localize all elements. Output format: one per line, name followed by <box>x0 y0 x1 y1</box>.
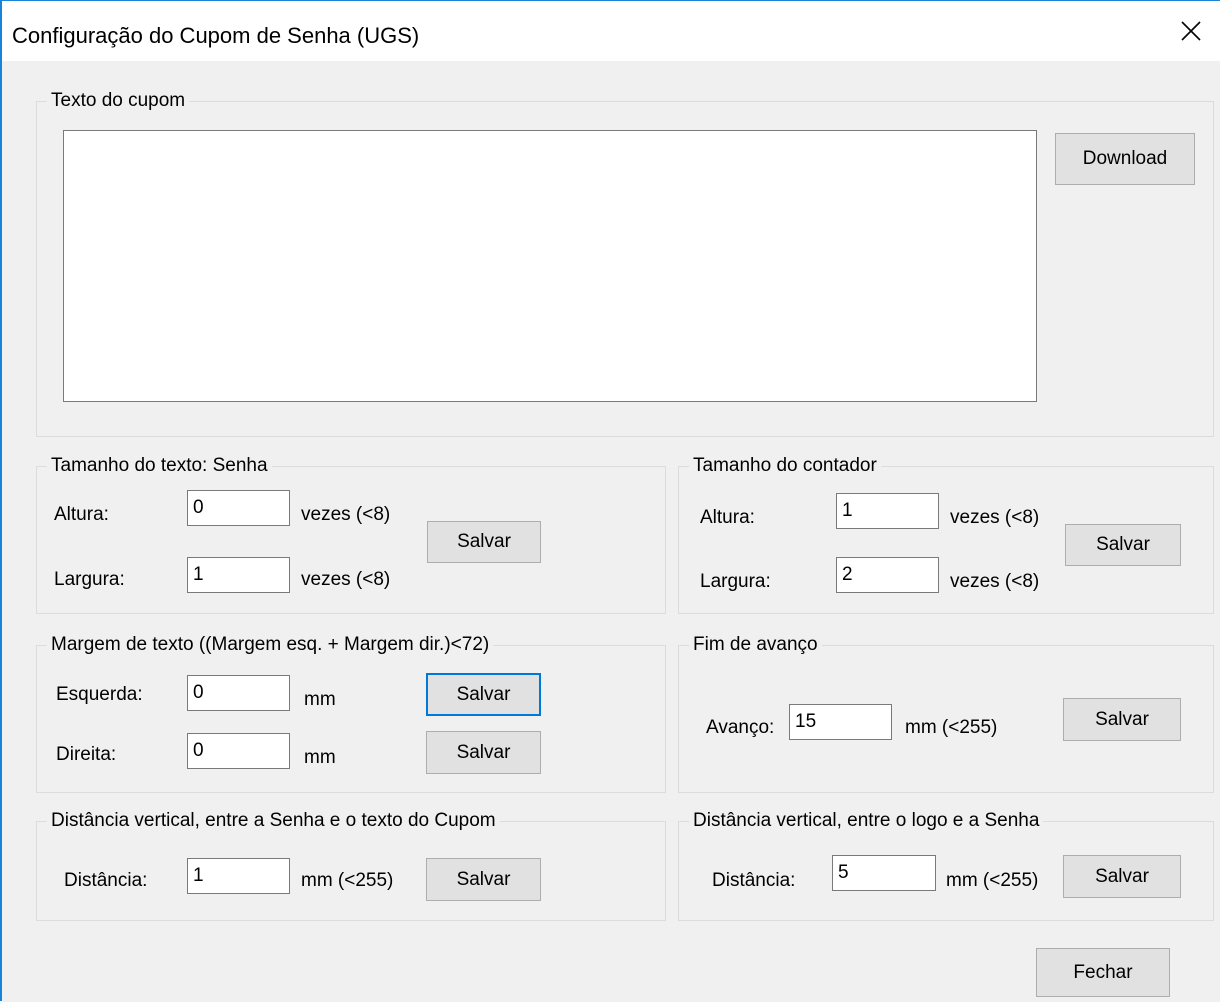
coupon-text-area[interactable] <box>63 130 1037 402</box>
avanco-input[interactable] <box>789 704 892 740</box>
esquerda-unit: mm <box>304 689 336 710</box>
close-icon <box>1181 21 1201 41</box>
group-legend: Fim de avanço <box>689 634 822 656</box>
close-window-button[interactable] <box>1162 1 1220 61</box>
group-tamanho-senha: Tamanho do texto: Senha Altura: vezes (<… <box>36 455 666 614</box>
distancia-suffix: mm (<255) <box>301 870 394 891</box>
group-distancia-senha-cupom: Distância vertical, entre a Senha e o te… <box>36 810 666 921</box>
margem-esquerda-input[interactable] <box>187 675 290 711</box>
esquerda-label: Esquerda: <box>56 684 143 705</box>
distancia-logo-senha-save-button[interactable]: Salvar <box>1063 855 1181 898</box>
largura-suffix: vezes (<8) <box>301 569 391 590</box>
margem-esquerda-save-button[interactable]: Salvar <box>426 673 541 716</box>
contador-save-button[interactable]: Salvar <box>1065 524 1181 566</box>
distancia-senha-cupom-input[interactable] <box>187 858 290 894</box>
largura-label: Largura: <box>700 571 771 592</box>
senha-altura-input[interactable] <box>187 490 290 526</box>
altura-label: Altura: <box>700 507 755 528</box>
group-tamanho-contador: Tamanho do contador Altura: vezes (<8) L… <box>678 455 1214 614</box>
group-texto-cupom: Texto do cupom Download <box>36 90 1214 437</box>
direita-unit: mm <box>304 747 336 768</box>
avanco-label: Avanço: <box>706 717 775 738</box>
margem-direita-input[interactable] <box>187 733 290 769</box>
direita-label: Direita: <box>56 744 117 765</box>
group-legend: Texto do cupom <box>47 90 190 112</box>
senha-save-button[interactable]: Salvar <box>427 521 541 563</box>
group-margem-texto: Margem de texto ((Margem esq. + Margem d… <box>36 634 666 793</box>
title-bar[interactable]: Configuração do Cupom de Senha (UGS) <box>2 1 1220 61</box>
group-legend: Tamanho do texto: Senha <box>47 455 272 477</box>
group-distancia-logo-senha: Distância vertical, entre o logo e a Sen… <box>678 810 1214 921</box>
fechar-button[interactable]: Fechar <box>1036 948 1170 997</box>
group-legend: Distância vertical, entre o logo e a Sen… <box>689 810 1044 832</box>
group-legend: Tamanho do contador <box>689 455 881 477</box>
altura-label: Altura: <box>54 504 109 525</box>
avanco-save-button[interactable]: Salvar <box>1063 698 1181 741</box>
senha-largura-input[interactable] <box>187 557 290 593</box>
window-title: Configuração do Cupom de Senha (UGS) <box>12 23 420 48</box>
avanco-suffix: mm (<255) <box>905 717 998 738</box>
distancia-senha-cupom-save-button[interactable]: Salvar <box>426 858 541 901</box>
distancia-label: Distância: <box>64 870 148 891</box>
group-legend: Distância vertical, entre a Senha e o te… <box>47 810 500 832</box>
altura-suffix: vezes (<8) <box>301 504 391 525</box>
group-legend: Margem de texto ((Margem esq. + Margem d… <box>47 634 494 656</box>
client-area: Texto do cupom Download Tamanho do texto… <box>2 61 1220 1002</box>
distancia-suffix: mm (<255) <box>946 870 1039 891</box>
group-fim-avanco: Fim de avanço Avanço: mm (<255) Salvar <box>678 634 1214 793</box>
contador-altura-input[interactable] <box>836 493 939 529</box>
dialog-window: Configuração do Cupom de Senha (UGS) Tex… <box>0 0 1220 1002</box>
distancia-label: Distância: <box>712 870 796 891</box>
download-button[interactable]: Download <box>1055 133 1195 185</box>
altura-suffix: vezes (<8) <box>950 507 1040 528</box>
largura-label: Largura: <box>54 569 125 590</box>
distancia-logo-senha-input[interactable] <box>832 855 936 891</box>
contador-largura-input[interactable] <box>836 557 939 593</box>
margem-direita-save-button[interactable]: Salvar <box>426 731 541 774</box>
largura-suffix: vezes (<8) <box>950 571 1040 592</box>
